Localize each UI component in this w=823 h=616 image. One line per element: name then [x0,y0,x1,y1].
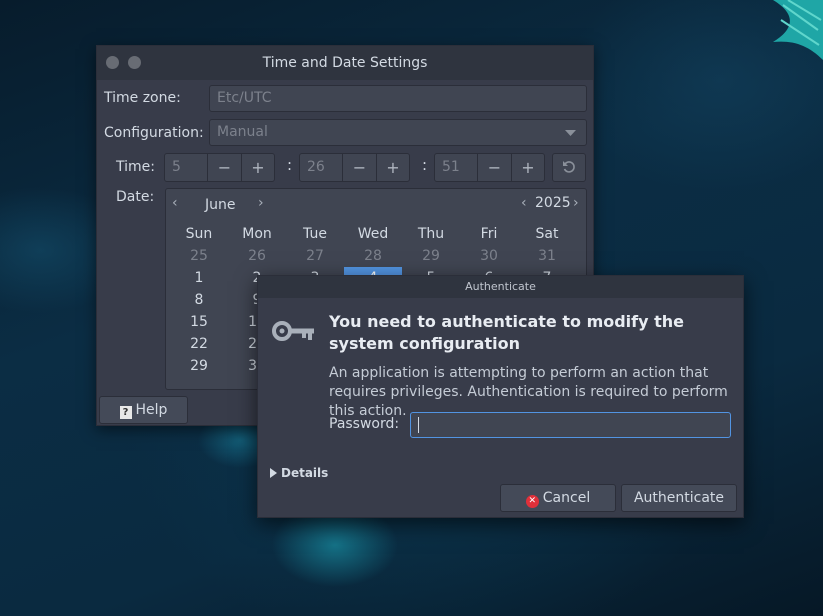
authenticate-label: Authenticate [633,490,725,506]
minute-value[interactable]: 26 [300,154,343,181]
main-titlebar: Time and Date Settings [97,46,593,80]
weekday-header: Wed [357,226,389,242]
hour-spinner[interactable]: 5 − + [164,153,275,182]
wallpaper-leaf [773,0,823,60]
next-year-button[interactable]: › [573,195,579,211]
weekday-header: Fri [480,226,498,242]
configuration-value: Manual [217,124,268,140]
minute-decrement-button[interactable]: − [343,154,376,181]
next-month-button[interactable]: › [258,195,264,211]
cancel-button[interactable]: ✕ Cancel [500,484,616,512]
cancel-icon: ✕ [525,495,539,508]
date-label: Date: [116,189,155,205]
prev-year-button[interactable]: ‹ [521,195,527,211]
minute-increment-button[interactable]: + [376,154,409,181]
calendar-day[interactable]: 25 [170,245,228,267]
hour-value[interactable]: 5 [165,154,208,181]
time-separator: : [287,156,293,174]
details-expander[interactable]: Details [270,466,328,480]
cancel-label: Cancel [542,490,591,506]
details-label: Details [281,466,329,480]
hour-increment-button[interactable]: + [241,154,274,181]
authenticate-dialog: Authenticate You need to authenticate to… [257,275,744,518]
timezone-label: Time zone: [104,90,181,106]
minimize-window-button[interactable] [128,56,141,69]
calendar-day[interactable]: 29 [170,355,228,377]
configuration-dropdown[interactable]: Manual [209,119,587,146]
prev-month-button[interactable]: ‹ [172,195,178,211]
calendar-day[interactable]: 27 [286,245,344,267]
window-title: Time and Date Settings [262,55,428,71]
calendar-year: 2025 [535,195,571,211]
calendar-month: June [205,197,236,213]
weekday-header: Sun [185,226,213,242]
calendar-day[interactable]: 8 [170,289,228,311]
time-separator: : [422,156,428,174]
second-value[interactable]: 51 [435,154,478,181]
help-button[interactable]: ? Help [99,396,188,424]
configuration-label: Configuration: [104,125,204,141]
password-input[interactable] [410,412,731,438]
calendar-day[interactable]: 31 [518,245,576,267]
weekday-header: Mon [242,226,272,242]
weekday-header: Thu [417,226,445,242]
auth-heading: You need to authenticate to modify the s… [329,312,685,353]
authenticate-button[interactable]: Authenticate [621,484,737,512]
calendar-week-row: 25 26 27 28 29 30 31 [170,245,582,267]
text-caret [418,417,419,433]
hour-decrement-button[interactable]: − [208,154,241,181]
reset-icon [563,161,575,173]
close-window-button[interactable] [106,56,119,69]
second-spinner[interactable]: 51 − + [434,153,545,182]
calendar-day[interactable]: 26 [228,245,286,267]
weekday-header: Tue [303,226,327,242]
weekday-row: Sun Mon Tue Wed Thu Fri Sat [170,223,582,245]
help-label: Help [135,402,168,418]
minute-spinner[interactable]: 26 − + [299,153,410,182]
reset-time-button[interactable] [552,153,586,182]
help-icon: ? [119,406,132,419]
calendar-day[interactable]: 28 [344,245,402,267]
second-increment-button[interactable]: + [511,154,544,181]
timezone-field[interactable]: Etc/UTC [209,85,587,112]
calendar-day[interactable]: 1 [170,267,228,289]
calendar-day[interactable]: 30 [460,245,518,267]
calendar-day[interactable]: 29 [402,245,460,267]
calendar-day[interactable]: 22 [170,333,228,355]
second-decrement-button[interactable]: − [478,154,511,181]
weekday-header: Sat [535,226,559,242]
time-label: Time: [116,159,155,175]
chevron-down-icon [565,130,576,136]
key-icon [272,321,314,341]
auth-dialog-title: Authenticate [258,276,743,298]
password-label: Password: [329,416,400,432]
triangle-right-icon [270,468,277,478]
calendar-day[interactable]: 15 [170,311,228,333]
